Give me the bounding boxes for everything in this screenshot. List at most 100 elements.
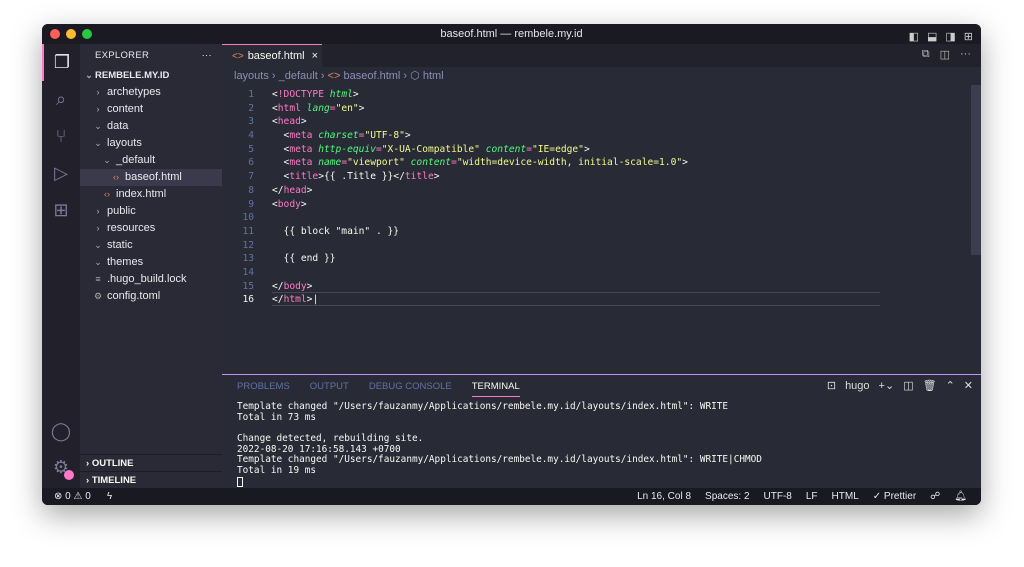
bottom-panel: PROBLEMS OUTPUT DEBUG CONSOLE TERMINAL ⊡ hug… bbox=[222, 374, 981, 488]
close-window-button[interactable] bbox=[50, 29, 60, 39]
tree-item[interactable]: ⌄ static bbox=[80, 237, 222, 254]
code-line: 12 bbox=[222, 239, 688, 253]
encoding[interactable]: UTF-8 bbox=[764, 488, 792, 505]
split-terminal-icon[interactable]: ◫ bbox=[903, 379, 913, 392]
run-debug-icon[interactable]: ▷ bbox=[42, 155, 80, 192]
tree-item-label: static bbox=[107, 239, 133, 251]
tree-item-label: public bbox=[107, 205, 136, 217]
breadcrumb-item[interactable]: baseof.html bbox=[344, 70, 401, 82]
code-token: title bbox=[289, 171, 319, 183]
maximize-panel-icon[interactable]: ⌃ bbox=[946, 379, 955, 392]
code-line: 6 <meta name="viewport" content="width=d… bbox=[222, 156, 688, 170]
terminal-output[interactable]: Template changed "/Users/fauzanmy/Applic… bbox=[222, 397, 981, 488]
tree-item[interactable]: ⌄ themes bbox=[80, 254, 222, 271]
extensions-icon[interactable]: ⊞ bbox=[42, 192, 80, 229]
line-number: 3 bbox=[248, 116, 254, 128]
code-line: 4 <meta charset="UTF-8"> bbox=[222, 129, 688, 143]
code-token: meta bbox=[289, 130, 313, 142]
tree-item[interactable]: ≡ .hugo_build.lock bbox=[80, 271, 222, 288]
plug-icon[interactable]: ϟ bbox=[107, 488, 112, 505]
code-token: body bbox=[283, 280, 307, 292]
tree-item[interactable]: › public bbox=[80, 203, 222, 220]
code-token: content bbox=[404, 157, 452, 169]
tree-item-label: data bbox=[107, 120, 129, 132]
editor-scrollbar[interactable] bbox=[971, 85, 981, 255]
code-token: > bbox=[682, 157, 688, 169]
workspace-root[interactable]: ⌄ REMBELE.MY.ID bbox=[80, 67, 222, 84]
close-tab-button[interactable]: × bbox=[312, 50, 318, 62]
code-line: 16 </html>| bbox=[222, 293, 688, 307]
chevron-right-icon: › bbox=[96, 206, 100, 216]
maximize-window-button[interactable] bbox=[82, 29, 92, 39]
search-icon[interactable]: ⌕ bbox=[42, 81, 80, 118]
breadcrumb-item[interactable]: _default bbox=[279, 70, 318, 82]
tree-item[interactable]: › resources bbox=[80, 220, 222, 237]
code-token: content bbox=[479, 143, 527, 155]
code-token: > bbox=[583, 143, 590, 155]
split-editor-icon[interactable]: ◫ bbox=[940, 48, 950, 61]
html-file-icon: ‹› bbox=[104, 189, 110, 199]
indentation[interactable]: Spaces: 2 bbox=[705, 488, 749, 505]
minimap[interactable] bbox=[909, 89, 969, 119]
cursor-position[interactable]: Ln 16, Col 8 bbox=[637, 488, 691, 505]
code-token: {{ block "main" . }} bbox=[272, 225, 400, 237]
prettier-status[interactable]: ✓ Prettier bbox=[873, 488, 916, 505]
line-ending[interactable]: LF bbox=[806, 488, 818, 505]
outline-section[interactable]: › OUTLINE bbox=[80, 454, 222, 471]
code-token: title bbox=[404, 171, 434, 183]
chevron-down-icon: ⌄ bbox=[94, 240, 102, 250]
terminal-line: Total in 19 ms bbox=[237, 465, 317, 477]
breadcrumb-item[interactable]: layouts bbox=[234, 70, 269, 82]
chevron-right-icon: › bbox=[96, 223, 100, 233]
tree-item[interactable]: › content bbox=[80, 101, 222, 118]
settings-gear-icon[interactable]: ⚙ bbox=[42, 449, 80, 486]
minimize-window-button[interactable] bbox=[66, 29, 76, 39]
chevron-right-icon: › bbox=[96, 104, 100, 114]
more-actions-icon[interactable]: ··· bbox=[960, 48, 971, 61]
breadcrumb-item[interactable]: html bbox=[423, 70, 444, 82]
tree-item[interactable]: › archetypes bbox=[80, 84, 222, 101]
chevron-down-icon: ⌄ bbox=[103, 155, 111, 165]
open-preview-icon[interactable]: ⧉ bbox=[922, 48, 930, 61]
errors-indicator[interactable]: ⊗ 0 ⚠ 0 bbox=[54, 488, 91, 505]
activity-bar: ❐ ⌕ ⑂ ▷ ⊞ ◯ ⚙ bbox=[42, 44, 80, 488]
code-editor[interactable]: 1 <!DOCTYPE html> 2 <html lang="en"> 3 <head>… bbox=[222, 88, 688, 307]
code-token: body bbox=[277, 198, 301, 210]
notifications-bell-icon[interactable]: 🔔︎ bbox=[954, 488, 967, 505]
tree-item[interactable]: ⌄ _default bbox=[80, 152, 222, 169]
line-number: 14 bbox=[242, 266, 254, 278]
feedback-icon[interactable]: ☍ bbox=[930, 488, 940, 505]
tree-item-label: archetypes bbox=[107, 86, 161, 98]
tree-item[interactable]: ‹› baseof.html bbox=[80, 169, 222, 186]
code-token: > bbox=[300, 116, 307, 128]
timeline-section[interactable]: › TIMELINE bbox=[80, 471, 222, 488]
panel-tab-terminal[interactable]: TERMINAL bbox=[471, 375, 520, 397]
panel-tab-debug-console[interactable]: DEBUG CONSOLE bbox=[369, 375, 452, 397]
tree-item[interactable]: ⚙ config.toml bbox=[80, 288, 222, 305]
html-file-icon: <> bbox=[232, 51, 244, 62]
code-token: "IE=edge" bbox=[531, 143, 584, 155]
tree-item[interactable]: ⌄ layouts bbox=[80, 135, 222, 152]
source-control-icon[interactable]: ⑂ bbox=[42, 118, 80, 155]
window-title: baseof.html — rembele.my.id bbox=[440, 28, 583, 40]
tree-item-label: config.toml bbox=[107, 290, 161, 302]
file-icon: ≡ bbox=[95, 274, 101, 284]
panel-tab-problems[interactable]: PROBLEMS bbox=[237, 375, 290, 397]
tree-item[interactable]: ⌄ data bbox=[80, 118, 222, 135]
code-line: 7 <title>{{ .Title }}</title> bbox=[222, 170, 688, 184]
code-token: http-equiv bbox=[312, 143, 376, 155]
terminal-name[interactable]: hugo bbox=[845, 380, 869, 392]
language-mode[interactable]: HTML bbox=[832, 488, 859, 505]
new-terminal-icon[interactable]: +⌄ bbox=[879, 379, 895, 392]
account-icon[interactable]: ◯ bbox=[42, 413, 80, 450]
terminal-line: Total in 73 ms bbox=[237, 411, 317, 423]
files-icon[interactable]: ❐ bbox=[42, 44, 80, 81]
trash-icon[interactable]: 🗑 bbox=[923, 379, 937, 392]
close-panel-icon[interactable]: ✕ bbox=[964, 379, 973, 392]
tree-item[interactable]: ‹› index.html bbox=[80, 186, 222, 203]
tab-baseof-html[interactable]: <> baseof.html × bbox=[222, 44, 322, 67]
code-token: </ bbox=[272, 184, 284, 196]
line-number: 1 bbox=[248, 89, 254, 100]
panel-tab-output[interactable]: OUTPUT bbox=[310, 375, 349, 397]
more-actions-button[interactable]: ··· bbox=[202, 44, 212, 67]
